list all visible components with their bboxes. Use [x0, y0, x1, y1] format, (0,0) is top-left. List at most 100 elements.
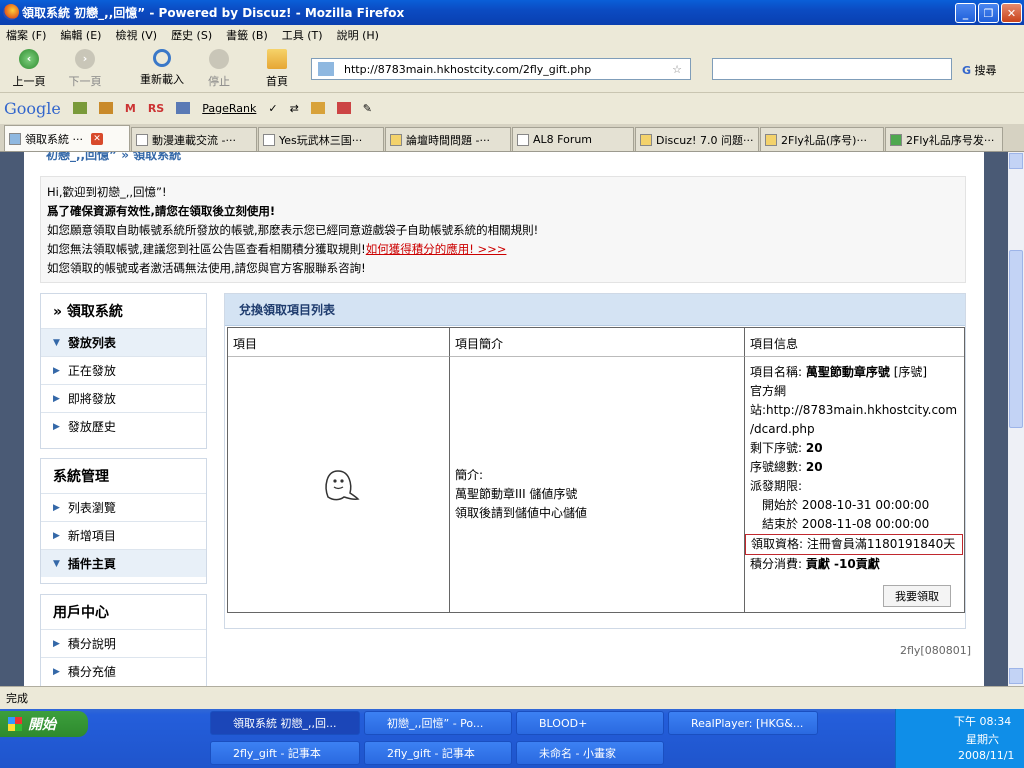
tab-claim-system[interactable]: 領取系統 ··· ✕	[4, 125, 130, 151]
stop-button[interactable]: 停止	[204, 49, 234, 91]
pagerank-indicator[interactable]: PageRank	[202, 102, 256, 115]
window-title: 領取系統 初戀_,,回憶” - Powered by Discuz! - Moz…	[22, 6, 405, 20]
version-footer: 2fly[080801]	[900, 644, 972, 657]
tab-item[interactable]: Discuz! 7.0 问题···	[635, 127, 759, 151]
reload-button[interactable]: 重新載入	[136, 49, 188, 91]
toolbar-icon[interactable]	[98, 102, 113, 114]
taskbar-window[interactable]: 初戀_,,回憶” - Po...	[364, 711, 512, 735]
chevron-right-icon: ▶	[53, 530, 60, 541]
sidebar-section-title[interactable]: 系統管理	[41, 459, 206, 493]
send-icon[interactable]	[336, 102, 351, 114]
start-button[interactable]: 開始	[0, 711, 88, 737]
info-qualification: 領取資格: 注冊會員滿1180191840天	[745, 534, 963, 555]
back-button[interactable]: ‹ 上一頁	[10, 49, 48, 91]
url-bar[interactable]: http://8783main.hkhostcity.com/2fly_gift…	[311, 58, 691, 80]
sidebar-section-title[interactable]: 用戶中心	[41, 595, 206, 629]
clock-time[interactable]: 下午 08:34	[954, 713, 1011, 729]
sidebar-item-upcoming[interactable]: ▶ 即將發放	[41, 384, 206, 412]
taskbar-window[interactable]: BLOOD+	[516, 711, 664, 735]
forward-button[interactable]: › 下一頁	[66, 49, 104, 91]
close-window-button[interactable]: ✕	[1001, 3, 1022, 23]
windows-taskbar: 開始 領取系統 初戀_,,回... 初戀_,,回憶” - Po... BLOOD…	[0, 709, 1024, 768]
tab-item[interactable]: 動漫連載交流 -···	[131, 127, 257, 151]
redeem-list-panel: 兌換領取項目列表 項目 項目簡介 項目信息 簡介: 萬聖節動章III 儲値序號 …	[224, 293, 966, 629]
page-scrollbar[interactable]	[1008, 152, 1024, 686]
toolbar-icon[interactable]	[176, 102, 191, 114]
sidebar-item-points-recharge[interactable]: ▶ 積分充値	[41, 657, 206, 685]
sidebar-section-title[interactable]: » 領取系統	[41, 294, 206, 328]
forum-icon	[765, 133, 777, 146]
chevron-right-icon: ▶	[53, 393, 60, 404]
folder-icon[interactable]	[310, 102, 325, 114]
sidebar-item-ongoing[interactable]: ▶ 正在發放	[41, 356, 206, 384]
home-button[interactable]: 首頁	[262, 49, 292, 91]
taskbar-notepad-window[interactable]: 2fly_gift - 記事本	[210, 741, 360, 765]
menu-view[interactable]: 檢視 (V)	[115, 27, 157, 43]
chevron-down-icon: ▼	[53, 558, 60, 569]
tab-item[interactable]: 2Fly礼品(序号)···	[760, 127, 884, 151]
spellcheck-icon[interactable]: ✓	[268, 102, 277, 115]
tab-item[interactable]: 論壇時間問題 -···	[385, 127, 511, 151]
maximize-button[interactable]: ❐	[978, 3, 999, 23]
col-header-info: 項目信息	[745, 328, 964, 357]
firefox-icon	[3, 4, 19, 20]
rs-button[interactable]: RS	[148, 102, 164, 115]
scroll-down-button[interactable]	[1009, 668, 1023, 684]
page-icon	[263, 133, 275, 146]
notice-contact: 如您領取的帳號或者激活碼無法使用,請您與官方客服聯系咨詢!	[47, 261, 366, 275]
scroll-up-button[interactable]	[1009, 153, 1023, 169]
sidebar-item-add-item[interactable]: ▶ 新增項目	[41, 521, 206, 549]
pencil-icon[interactable]: ✎	[363, 102, 372, 115]
tab-item[interactable]: Yes玩武林三国···	[258, 127, 384, 151]
bookmark-star-icon[interactable]: ☆	[672, 63, 682, 76]
sidebar-item-list-browse[interactable]: ▶ 列表瀏覽	[41, 493, 206, 521]
search-input[interactable]	[712, 58, 952, 80]
google-g-icon: G	[962, 64, 972, 77]
menu-tools[interactable]: 工具 (T)	[282, 27, 323, 43]
breadcrumb-site-link[interactable]: 初戀_,,回憶”	[46, 152, 117, 162]
sidebar-admin-section: 系統管理 ▶ 列表瀏覽 ▶ 新增項目 ▼ 插件主頁	[40, 458, 207, 584]
tab-close-icon[interactable]: ✕	[91, 132, 103, 145]
google-logo[interactable]: Google	[4, 99, 61, 118]
info-end: 結束於 2008-11-08 00:00:00	[762, 517, 930, 531]
sidebar-sub-distribution-list[interactable]: ▼ 發放列表	[41, 328, 206, 356]
navigation-toolbar: ‹ 上一頁 › 下一頁 重新載入 停止 首頁 http://8783main.h…	[0, 45, 1024, 93]
diamond-icon	[890, 133, 902, 146]
tab-item[interactable]: 2Fly礼品序号发···	[885, 127, 1003, 151]
site-icon	[318, 62, 334, 76]
minimize-button[interactable]: _	[955, 3, 976, 23]
page-icon	[517, 133, 529, 146]
notice-agree: 如您願意領取自助帳號系統所發放的帳號,那麽表示您已經同意遊戲袋子自助帳號系統的相…	[47, 223, 539, 237]
taskbar-notepad-window[interactable]: 2fly_gift - 記事本	[364, 741, 512, 765]
gmail-icon[interactable]: M	[125, 102, 136, 115]
search-engine-button[interactable]: G 搜尋	[962, 62, 997, 78]
sidebar-user-section: 用戶中心 ▶ 積分說明 ▶ 積分充値	[40, 594, 207, 686]
menu-bookmarks[interactable]: 書籤 (B)	[226, 27, 268, 43]
scroll-thumb[interactable]	[1009, 250, 1023, 428]
taskbar-paint-window[interactable]: 未命名 - 小畫家	[516, 741, 664, 765]
tab-item[interactable]: AL8 Forum	[512, 127, 634, 151]
sidebar-sub-plugin-home[interactable]: ▼ 插件主頁	[41, 549, 206, 577]
notice-points: 如您無法領取帳號,建議您到社區公告區查看相關積分獲取規則!如何獲得積分的應用! …	[47, 242, 507, 256]
menu-history[interactable]: 歷史 (S)	[171, 27, 212, 43]
info-cost: 積分消費: 貢獻 -10貢獻	[750, 557, 880, 571]
info-remaining: 剩下序號: 20	[750, 441, 823, 455]
menu-file[interactable]: 檔案 (F)	[6, 27, 46, 43]
chevron-right-icon: ▶	[53, 666, 60, 677]
window-titlebar[interactable]: 領取系統 初戀_,,回憶” - Powered by Discuz! - Moz…	[0, 0, 1024, 25]
claim-button[interactable]: 我要領取	[883, 585, 951, 607]
chevron-right-icon: ▶	[53, 421, 60, 432]
points-help-link[interactable]: 如何獲得積分的應用! >>>	[366, 242, 507, 256]
translate-icon[interactable]: ⇄	[290, 102, 299, 115]
taskbar-firefox-window[interactable]: 領取系統 初戀_,,回...	[210, 711, 360, 735]
status-bar: 完成	[0, 686, 1024, 708]
taskbar-window[interactable]: RealPlayer: [HKG&...	[668, 711, 818, 735]
chevron-right-icon: ▶	[53, 502, 60, 513]
menu-help[interactable]: 說明 (H)	[337, 27, 379, 43]
home-icon	[267, 49, 287, 69]
sidebar-item-points-info[interactable]: ▶ 積分說明	[41, 629, 206, 657]
table-row-item-cell	[228, 357, 450, 612]
sidebar-item-history[interactable]: ▶ 發放歷史	[41, 412, 206, 440]
toolbar-icon[interactable]	[72, 102, 87, 114]
menu-edit[interactable]: 編輯 (E)	[60, 27, 101, 43]
